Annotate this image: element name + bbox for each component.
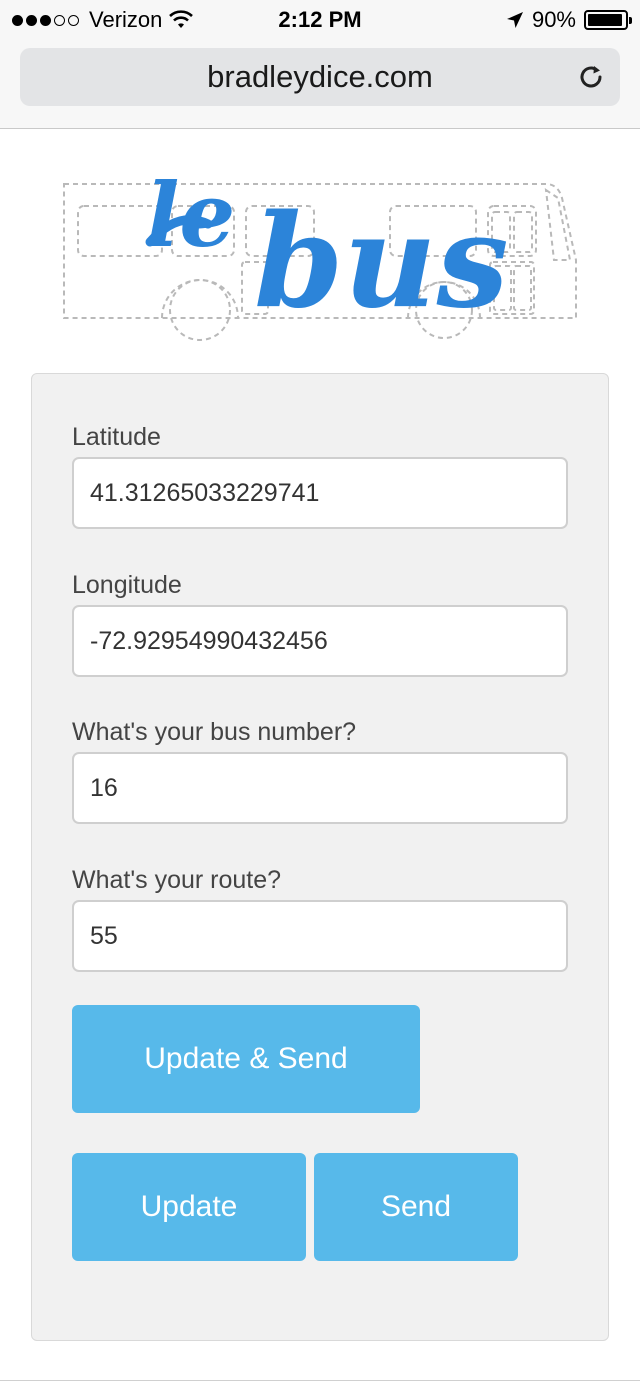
status-bar: Verizon 2:12 PM 90%	[0, 0, 640, 40]
longitude-input[interactable]	[72, 605, 568, 677]
logo-text-bus: bus	[254, 187, 509, 337]
le-bus-logo: le bus	[63, 163, 577, 341]
latitude-input[interactable]	[72, 457, 568, 529]
location-arrow-icon	[506, 12, 523, 28]
latitude-label: Latitude	[72, 423, 161, 451]
logo-text-le: le	[146, 163, 235, 267]
longitude-label: Longitude	[72, 571, 182, 599]
battery-icon	[584, 10, 632, 30]
bus-number-label: What's your bus number?	[72, 718, 357, 746]
url-text: bradleydice.com	[207, 59, 433, 94]
update-button[interactable]: Update	[72, 1153, 306, 1261]
page-bottom-divider	[0, 1380, 640, 1381]
browser-toolbar: bradleydice.com	[0, 40, 640, 129]
route-label: What's your route?	[72, 866, 282, 894]
bus-number-input[interactable]	[72, 752, 568, 824]
update-and-send-button[interactable]: Update & Send	[72, 1005, 420, 1113]
reload-icon[interactable]	[576, 62, 606, 92]
status-right: 90%	[506, 7, 632, 33]
battery-percent: 90%	[531, 7, 576, 32]
send-button[interactable]: Send	[314, 1153, 518, 1261]
route-input[interactable]	[72, 900, 568, 972]
url-field[interactable]: bradleydice.com	[20, 48, 620, 106]
